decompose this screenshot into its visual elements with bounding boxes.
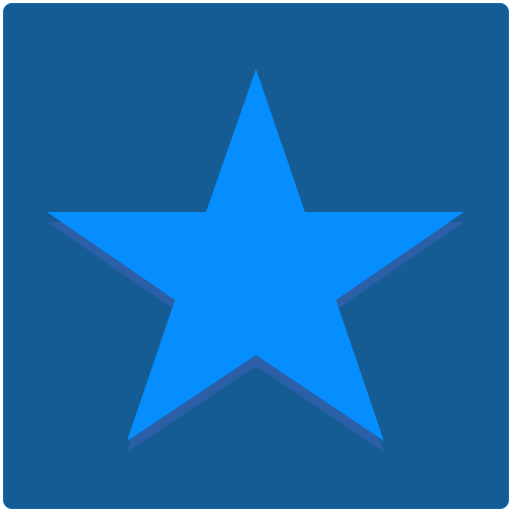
star-shape: [47, 69, 464, 441]
app-icon: [0, 0, 512, 512]
star-icon: [47, 69, 464, 452]
